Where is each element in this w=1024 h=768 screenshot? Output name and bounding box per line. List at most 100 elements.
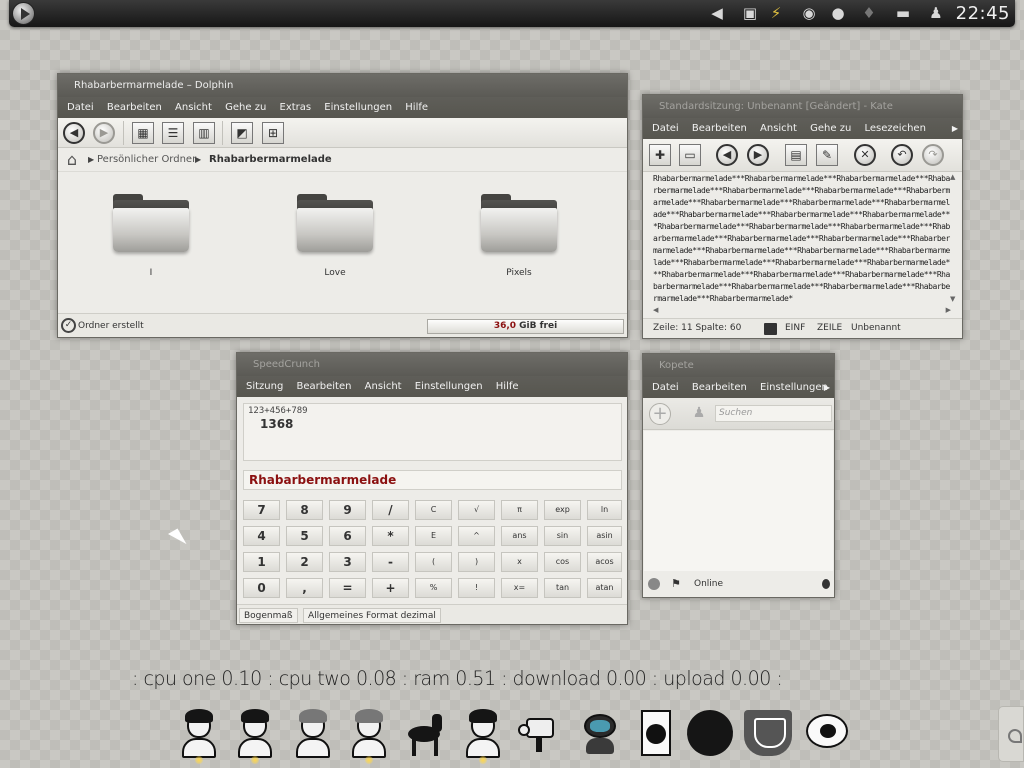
details-view-icon[interactable]: ☰ [162, 122, 184, 144]
menu-einstellungen[interactable]: Einstellungen [415, 381, 483, 392]
menu-einstellungen[interactable]: Einstellungen [324, 102, 392, 113]
calc-key[interactable]: 5 [286, 526, 323, 546]
resize-grip-icon[interactable] [822, 579, 830, 589]
horizontal-scrollbar[interactable]: ◀ ▶ [653, 305, 951, 315]
panel-toolbox-icon[interactable] [998, 706, 1024, 762]
power-icon[interactable]: ● [828, 4, 848, 22]
battery-icon[interactable]: ⚡ [766, 4, 786, 22]
speech-bubble-icon[interactable] [806, 714, 848, 748]
calc-key[interactable]: - [372, 552, 409, 572]
insert-mode[interactable]: EINF [785, 319, 805, 338]
avatar-icon[interactable] [232, 708, 278, 764]
calc-key[interactable]: ! [458, 578, 495, 598]
menu-bearbeiten[interactable]: Bearbeiten [107, 102, 162, 113]
calc-key[interactable]: E [415, 526, 452, 546]
back-arrow-icon[interactable]: ◀ [707, 4, 727, 22]
selection-mode[interactable]: ZEILE [817, 319, 842, 338]
calc-key[interactable]: 0 [243, 578, 280, 598]
menu-gehe-zu[interactable]: Gehe zu [810, 123, 851, 134]
undo-icon[interactable]: ↶ [891, 144, 913, 166]
calc-key[interactable]: √ [458, 500, 495, 520]
scroll-down-icon[interactable]: ▼ [950, 295, 955, 303]
free-space-indicator[interactable]: 36,0 GiB frei [427, 319, 624, 334]
menu-bearbeiten[interactable]: Bearbeiten [297, 381, 352, 392]
account-icon[interactable] [648, 578, 660, 590]
avatar-icon[interactable] [290, 708, 336, 758]
contact-list[interactable] [644, 431, 833, 571]
calc-key[interactable]: , [286, 578, 323, 598]
calc-key[interactable]: = [329, 578, 366, 598]
calc-key[interactable]: C [415, 500, 452, 520]
menu-overflow-icon[interactable]: ▶ [824, 377, 830, 398]
calc-key[interactable]: 1 [243, 552, 280, 572]
calc-key[interactable]: sin [544, 526, 581, 546]
kate-titlebar[interactable]: Standardsitzung: Unbenannt [Geändert] - … [643, 95, 962, 118]
icon-view-icon[interactable]: ▦ [132, 122, 154, 144]
calc-key[interactable]: 7 [243, 500, 280, 520]
calc-key[interactable]: ) [458, 552, 495, 572]
calc-key[interactable]: 8 [286, 500, 323, 520]
split-view-icon[interactable]: ⊞ [262, 122, 284, 144]
save-as-icon[interactable]: ✎ [816, 144, 838, 166]
menu-bearbeiten[interactable]: Bearbeiten [692, 123, 747, 134]
result-format[interactable]: Allgemeines Format dezimal [303, 608, 441, 623]
menu-datei[interactable]: Datei [67, 102, 94, 113]
menu-sitzung[interactable]: Sitzung [246, 381, 283, 392]
crest-icon[interactable] [744, 710, 792, 756]
person-icon[interactable]: ♟ [926, 4, 946, 22]
save-icon[interactable]: ▤ [785, 144, 807, 166]
calc-key[interactable]: ln [587, 500, 622, 520]
calc-key[interactable]: + [372, 578, 409, 598]
calc-key[interactable]: ( [415, 552, 452, 572]
calc-key[interactable]: % [415, 578, 452, 598]
forward-button[interactable]: ▶ [93, 122, 115, 144]
scroll-right-icon[interactable]: ▶ [946, 306, 951, 314]
online-status[interactable]: Online [694, 579, 723, 589]
calc-key[interactable]: 4 [243, 526, 280, 546]
dolphin-titlebar[interactable]: Rhabarbermarmelade – Dolphin [58, 74, 627, 97]
result-history[interactable]: 123+456+789 1368 [243, 403, 622, 461]
new-document-icon[interactable]: ✚ [649, 144, 671, 166]
calc-key[interactable]: ans [501, 526, 538, 546]
calc-key[interactable]: ^ [458, 526, 495, 546]
menu-ansicht[interactable]: Ansicht [760, 123, 797, 134]
calc-key[interactable]: acos [587, 552, 622, 572]
search-input[interactable]: Suchen [715, 405, 832, 422]
breadcrumb-home[interactable]: Persönlicher Ordner [97, 148, 196, 172]
calc-key[interactable]: x= [501, 578, 538, 598]
menu-datei[interactable]: Datei [652, 123, 679, 134]
camera-icon[interactable] [518, 714, 562, 752]
menu-overflow-icon[interactable]: ▶ [952, 118, 958, 139]
milk-carton-icon[interactable] [641, 710, 671, 756]
scroll-up-icon[interactable]: ▲ [950, 173, 955, 181]
calc-key[interactable]: 9 [329, 500, 366, 520]
avatar-icon[interactable] [176, 708, 222, 764]
redo-icon[interactable]: ↷ [922, 144, 944, 166]
calc-key[interactable]: asin [587, 526, 622, 546]
calc-key[interactable]: 2 [286, 552, 323, 572]
editor-text-area[interactable]: Rhabarbermarmelade***Rhabarbermarmelade*… [653, 173, 951, 303]
person-icon[interactable]: ♟ [690, 404, 708, 423]
calc-key[interactable]: atan [587, 578, 622, 598]
avatar-icon[interactable] [346, 708, 392, 764]
add-contact-icon[interactable]: + [649, 403, 671, 425]
angle-mode[interactable]: Bogenmaß [239, 608, 298, 623]
launcher-icon[interactable] [12, 2, 35, 25]
calc-key[interactable]: cos [544, 552, 581, 572]
back-button[interactable]: ◀ [63, 122, 85, 144]
calc-key[interactable]: exp [544, 500, 581, 520]
kopete-titlebar[interactable]: Kopete [643, 354, 834, 377]
display-icon[interactable]: ▣ [740, 4, 760, 22]
scroll-left-icon[interactable]: ◀ [653, 306, 658, 314]
menu-lesezeichen[interactable]: Lesezeichen [865, 123, 926, 134]
percent-badge-icon[interactable] [681, 704, 739, 762]
back-button[interactable]: ◀ [716, 144, 738, 166]
speedcrunch-titlebar[interactable]: SpeedCrunch [237, 353, 627, 376]
calc-key[interactable]: tan [544, 578, 581, 598]
calc-key[interactable]: 6 [329, 526, 366, 546]
clock[interactable]: 22:45 [956, 3, 1010, 24]
menu-extras[interactable]: Extras [280, 102, 312, 113]
deer-icon[interactable] [404, 712, 450, 756]
calc-key[interactable]: * [372, 526, 409, 546]
folder-item[interactable]: Pixels [464, 194, 574, 278]
